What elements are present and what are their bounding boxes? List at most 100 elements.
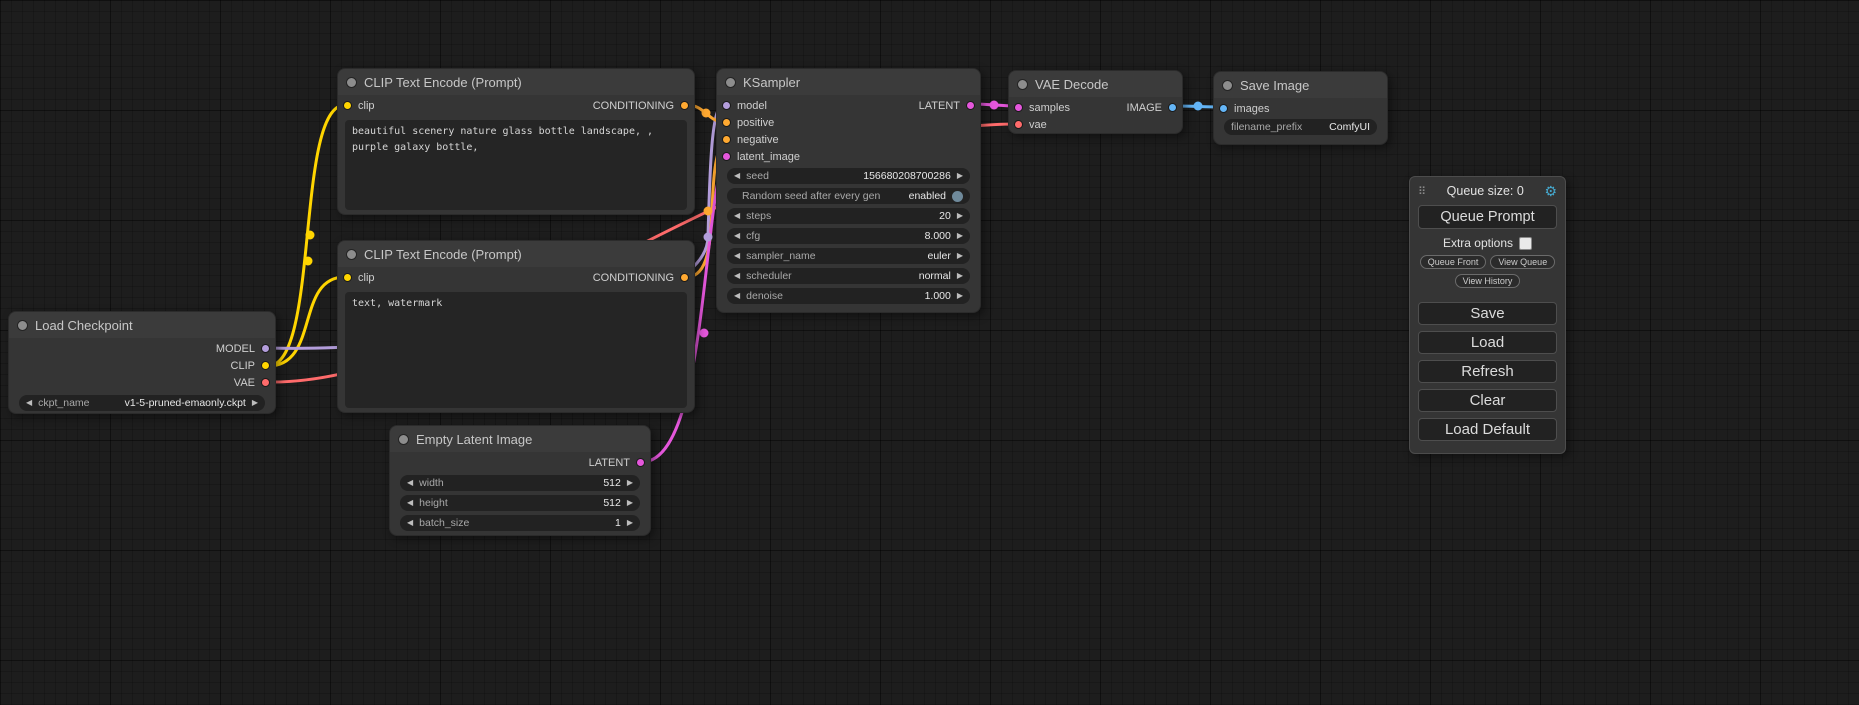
increment-arrow-icon[interactable]: ▶ <box>957 252 963 260</box>
widget-value: 20 <box>939 210 951 222</box>
node-title-bar[interactable]: CLIP Text Encode (Prompt) <box>338 69 694 95</box>
seed-widget[interactable]: ◀ seed 156680208700286 ▶ <box>727 168 970 184</box>
increment-arrow-icon[interactable]: ▶ <box>957 172 963 180</box>
node-vae-decode[interactable]: VAE Decode samples IMAGE vae <box>1008 70 1183 134</box>
steps-widget[interactable]: ◀ steps 20 ▶ <box>727 208 970 224</box>
refresh-button[interactable]: Refresh <box>1418 360 1557 383</box>
node-title-bar[interactable]: Load Checkpoint <box>9 312 275 338</box>
batch-size-widget[interactable]: ◀ batch_size 1 ▶ <box>400 515 640 531</box>
scheduler-widget[interactable]: ◀ scheduler normal ▶ <box>727 268 970 284</box>
link-dot <box>304 257 313 266</box>
increment-arrow-icon[interactable]: ▶ <box>957 232 963 240</box>
settings-gear-icon[interactable]: ⚙ <box>1544 183 1557 200</box>
widget-label: seed <box>746 170 769 182</box>
node-title-bar[interactable]: CLIP Text Encode (Prompt) <box>338 241 694 267</box>
decrement-arrow-icon[interactable]: ◀ <box>407 479 413 487</box>
drag-handle-icon[interactable]: ⠿ <box>1418 185 1426 198</box>
decrement-arrow-icon[interactable]: ◀ <box>734 252 740 260</box>
decrement-arrow-icon[interactable]: ◀ <box>734 292 740 300</box>
decrement-arrow-icon[interactable]: ◀ <box>734 172 740 180</box>
negative-input-dot[interactable] <box>722 135 731 144</box>
collapse-dot-icon[interactable] <box>1017 79 1028 90</box>
latent-image-input-dot[interactable] <box>722 152 731 161</box>
image-output-dot[interactable] <box>1168 103 1177 112</box>
node-ksampler[interactable]: KSampler model LATENT positive negative … <box>716 68 981 313</box>
extra-options-checkbox[interactable] <box>1519 237 1532 250</box>
increment-arrow-icon[interactable]: ▶ <box>957 212 963 220</box>
view-history-button[interactable]: View History <box>1455 274 1521 288</box>
filename-prefix-widget[interactable]: filename_prefix ComfyUI <box>1224 119 1377 135</box>
node-load-checkpoint[interactable]: Load Checkpoint MODEL CLIP VAE ◀ ckpt_na… <box>8 311 276 414</box>
vae-output-dot[interactable] <box>261 378 270 387</box>
model-input-dot[interactable] <box>722 101 731 110</box>
node-clip-text-encode-positive[interactable]: CLIP Text Encode (Prompt) clip CONDITION… <box>337 68 695 215</box>
increment-arrow-icon[interactable]: ▶ <box>627 499 633 507</box>
widget-label: width <box>419 477 444 489</box>
decrement-arrow-icon[interactable]: ◀ <box>734 272 740 280</box>
collapse-dot-icon[interactable] <box>346 249 357 260</box>
slot-row: samples IMAGE <box>1009 99 1182 116</box>
ckpt-name-widget[interactable]: ◀ ckpt_name v1-5-pruned-emaonly.ckpt ▶ <box>19 395 265 411</box>
samples-input-dot[interactable] <box>1014 103 1023 112</box>
height-widget[interactable]: ◀ height 512 ▶ <box>400 495 640 511</box>
increment-arrow-icon[interactable]: ▶ <box>252 399 258 407</box>
conditioning-output-dot[interactable] <box>680 101 689 110</box>
node-title-bar[interactable]: KSampler <box>717 69 980 95</box>
input-label: vae <box>1029 119 1047 131</box>
increment-arrow-icon[interactable]: ▶ <box>627 479 633 487</box>
node-title-bar[interactable]: Empty Latent Image <box>390 426 650 452</box>
widget-label: sampler_name <box>746 250 815 262</box>
random-seed-toggle-widget[interactable]: Random seed after every gen enabled <box>727 188 970 204</box>
queue-prompt-button[interactable]: Queue Prompt <box>1418 205 1557 229</box>
collapse-dot-icon[interactable] <box>346 77 357 88</box>
decrement-arrow-icon[interactable]: ◀ <box>734 232 740 240</box>
load-default-button[interactable]: Load Default <box>1418 418 1557 441</box>
widget-value: 156680208700286 <box>863 170 951 182</box>
decrement-arrow-icon[interactable]: ◀ <box>407 499 413 507</box>
node-title-bar[interactable]: VAE Decode <box>1009 71 1182 97</box>
denoise-widget[interactable]: ◀ denoise 1.000 ▶ <box>727 288 970 304</box>
increment-arrow-icon[interactable]: ▶ <box>627 519 633 527</box>
node-title-bar[interactable]: Save Image <box>1214 72 1387 98</box>
increment-arrow-icon[interactable]: ▶ <box>957 292 963 300</box>
negative-prompt-textarea[interactable]: text, watermark <box>345 292 687 408</box>
cfg-widget[interactable]: ◀ cfg 8.000 ▶ <box>727 228 970 244</box>
model-output-dot[interactable] <box>261 344 270 353</box>
vae-input-dot[interactable] <box>1014 120 1023 129</box>
widget-value: 1.000 <box>925 290 951 302</box>
clip-output-dot[interactable] <box>261 361 270 370</box>
node-empty-latent-image[interactable]: Empty Latent Image LATENT ◀ width 512 ▶ … <box>389 425 651 536</box>
collapse-dot-icon[interactable] <box>725 77 736 88</box>
decrement-arrow-icon[interactable]: ◀ <box>407 519 413 527</box>
widget-label: denoise <box>746 290 783 302</box>
queue-front-button[interactable]: Queue Front <box>1420 255 1487 269</box>
node-save-image[interactable]: Save Image images filename_prefix ComfyU… <box>1213 71 1388 145</box>
decrement-arrow-icon[interactable]: ◀ <box>26 399 32 407</box>
collapse-dot-icon[interactable] <box>1222 80 1233 91</box>
toggle-dot-icon[interactable] <box>952 191 963 202</box>
output-label: LATENT <box>919 100 960 112</box>
link-dot <box>990 101 999 110</box>
positive-input-dot[interactable] <box>722 118 731 127</box>
latent-output-dot[interactable] <box>966 101 975 110</box>
node-clip-text-encode-negative[interactable]: CLIP Text Encode (Prompt) clip CONDITION… <box>337 240 695 413</box>
view-queue-button[interactable]: View Queue <box>1490 255 1555 269</box>
clear-button[interactable]: Clear <box>1418 389 1557 412</box>
decrement-arrow-icon[interactable]: ◀ <box>734 212 740 220</box>
input-label: samples <box>1029 102 1070 114</box>
clip-input-dot[interactable] <box>343 273 352 282</box>
clip-input-dot[interactable] <box>343 101 352 110</box>
collapse-dot-icon[interactable] <box>398 434 409 445</box>
collapse-dot-icon[interactable] <box>17 320 28 331</box>
save-button[interactable]: Save <box>1418 302 1557 325</box>
load-button[interactable]: Load <box>1418 331 1557 354</box>
width-widget[interactable]: ◀ width 512 ▶ <box>400 475 640 491</box>
sampler-name-widget[interactable]: ◀ sampler_name euler ▶ <box>727 248 970 264</box>
positive-prompt-textarea[interactable]: beautiful scenery nature glass bottle la… <box>345 120 687 210</box>
images-input-dot[interactable] <box>1219 104 1228 113</box>
node-graph-canvas[interactable]: Load Checkpoint MODEL CLIP VAE ◀ ckpt_na… <box>0 0 1859 705</box>
output-label: IMAGE <box>1127 102 1162 114</box>
increment-arrow-icon[interactable]: ▶ <box>957 272 963 280</box>
latent-output-dot[interactable] <box>636 458 645 467</box>
conditioning-output-dot[interactable] <box>680 273 689 282</box>
